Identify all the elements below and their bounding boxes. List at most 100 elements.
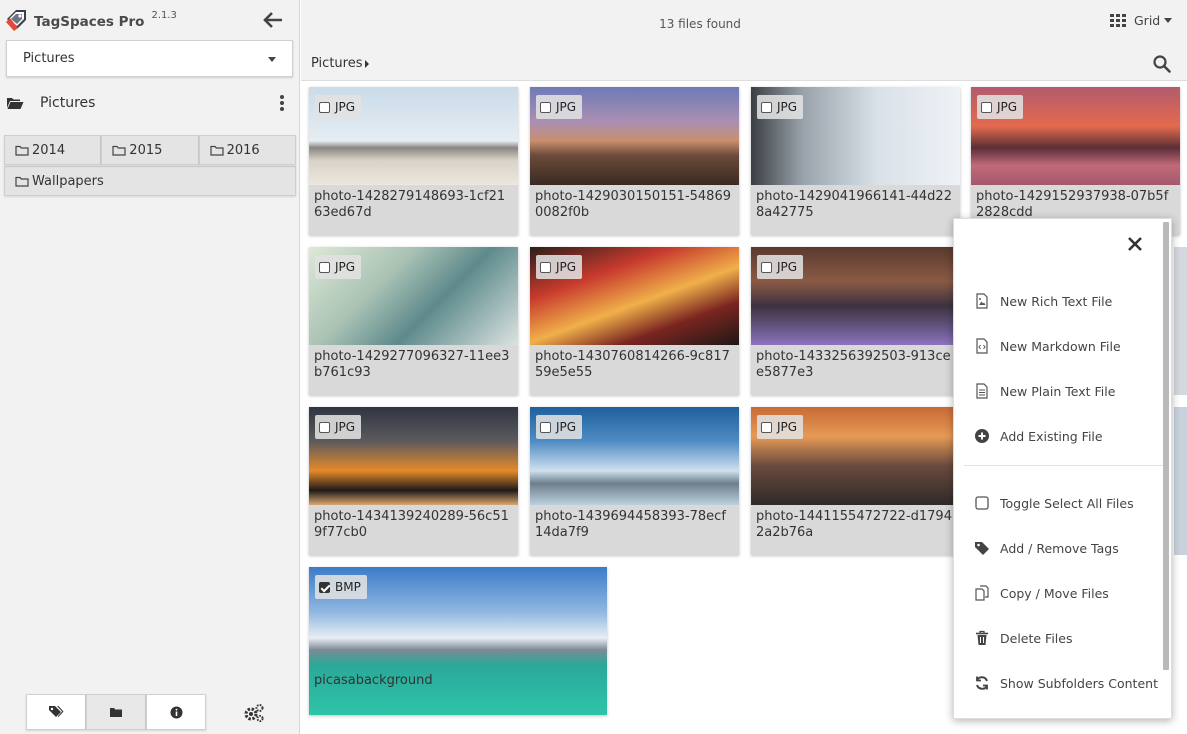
file-tile[interactable]: JPG photo-1439694458393-78ecf14da7f9 bbox=[530, 407, 739, 555]
tagspaces-logo-icon bbox=[6, 10, 26, 31]
plus-circle-icon bbox=[975, 429, 989, 443]
subfolder-2016[interactable]: 2016 bbox=[198, 135, 296, 165]
subfolder-list: 2014 2015 2016 Wallpapers bbox=[4, 135, 296, 196]
menu-item-new-rich-text-file[interactable]: New Rich Text File bbox=[974, 289, 1112, 313]
file-extension: JPG bbox=[335, 260, 356, 274]
file-select-checkbox[interactable] bbox=[761, 421, 772, 433]
breadcrumb: Pictures bbox=[301, 48, 1187, 81]
menu-item-label: Add Existing File bbox=[1000, 428, 1103, 444]
file-extension: JPG bbox=[556, 100, 577, 114]
chevron-down-icon bbox=[1164, 17, 1173, 23]
file-badge: JPG bbox=[536, 415, 583, 439]
file-select-checkbox[interactable] bbox=[319, 261, 330, 273]
file-tile-selected[interactable]: BMP picasabackground bbox=[309, 567, 607, 715]
hidden-tile-edge bbox=[1174, 247, 1187, 395]
location-select[interactable]: Pictures bbox=[6, 40, 293, 77]
info-icon bbox=[170, 706, 182, 718]
settings-button[interactable] bbox=[241, 701, 267, 725]
menu-scrollbar[interactable] bbox=[1163, 222, 1169, 670]
file-tile[interactable]: JPG photo-1441155472722-d17942a2b76a bbox=[751, 407, 960, 555]
file-select-checkbox[interactable] bbox=[761, 101, 772, 113]
menu-item-add-remove-tags[interactable]: Add / Remove Tags bbox=[974, 536, 1119, 560]
breadcrumb-item-pictures[interactable]: Pictures bbox=[311, 56, 370, 71]
file-badge: JPG bbox=[315, 415, 362, 439]
file-select-checkbox[interactable] bbox=[540, 261, 551, 273]
file-tile[interactable]: JPG photo-1429030150151-548690082f0b bbox=[530, 87, 739, 235]
menu-item-toggle-select-all[interactable]: Toggle Select All Files bbox=[974, 491, 1134, 515]
subfolder-label: Wallpapers bbox=[32, 173, 104, 189]
checkbox-icon bbox=[975, 496, 989, 510]
file-badge: JPG bbox=[536, 95, 583, 119]
subfolder-label: 2014 bbox=[32, 142, 66, 158]
tags-tab-button[interactable] bbox=[26, 694, 86, 730]
file-name: photo-1433256392503-913cee5877e3 bbox=[751, 345, 960, 395]
location-title: Pictures bbox=[40, 95, 96, 111]
folder-icon bbox=[15, 145, 29, 156]
menu-item-new-markdown-file[interactable]: New Markdown File bbox=[974, 334, 1121, 358]
sidebar: TagSpaces Pro 2.1.3 Pictures Pictures 20… bbox=[0, 0, 300, 734]
file-select-checkbox[interactable] bbox=[540, 421, 551, 433]
file-extension: JPG bbox=[556, 260, 577, 274]
tags-icon bbox=[49, 706, 64, 717]
file-tile[interactable]: JPG photo-1434139240289-56c519f77cb0 bbox=[309, 407, 518, 555]
collapse-sidebar-arrow-icon[interactable] bbox=[262, 10, 284, 30]
chevron-down-icon bbox=[268, 57, 276, 62]
file-extension: JPG bbox=[777, 420, 798, 434]
file-tile[interactable]: JPG photo-1433256392503-913cee5877e3 bbox=[751, 247, 960, 395]
code-file-icon bbox=[976, 338, 988, 354]
file-name: photo-1428279148693-1cf2163ed67d bbox=[309, 185, 518, 235]
file-extension: JPG bbox=[997, 100, 1018, 114]
file-extension: JPG bbox=[556, 420, 577, 434]
folder-icon bbox=[15, 176, 29, 187]
file-extension: JPG bbox=[777, 260, 798, 274]
file-tile[interactable]: JPG photo-1429041966141-44d228a42775 bbox=[751, 87, 960, 235]
file-badge: JPG bbox=[757, 415, 804, 439]
file-select-checkbox[interactable] bbox=[319, 421, 330, 433]
location-menu-dots-icon[interactable] bbox=[279, 94, 285, 112]
file-select-checkbox[interactable] bbox=[761, 261, 772, 273]
hidden-tile-edge bbox=[1174, 407, 1187, 555]
file-badge: JPG bbox=[315, 255, 362, 279]
file-tile[interactable]: JPG photo-1429277096327-11ee3b761c93 bbox=[309, 247, 518, 395]
copy-icon bbox=[975, 585, 989, 601]
menu-item-new-plain-text-file[interactable]: New Plain Text File bbox=[974, 379, 1115, 403]
subfolder-label: 2015 bbox=[129, 142, 163, 158]
file-select-checkbox[interactable] bbox=[981, 101, 992, 113]
file-tile[interactable]: JPG photo-1428279148693-1cf2163ed67d bbox=[309, 87, 518, 235]
file-badge: JPG bbox=[757, 255, 804, 279]
view-mode-dropdown[interactable]: Grid bbox=[1110, 11, 1173, 29]
location-header: Pictures bbox=[6, 92, 293, 114]
folder-open-icon bbox=[7, 98, 24, 109]
menu-item-add-existing-file[interactable]: Add Existing File bbox=[974, 424, 1103, 448]
subfolder-2015[interactable]: 2015 bbox=[101, 135, 199, 165]
file-tile[interactable]: JPG photo-1429152937938-07b5f2828cdd bbox=[971, 87, 1180, 235]
trash-icon bbox=[976, 630, 988, 645]
menu-item-copy-move-files[interactable]: Copy / Move Files bbox=[974, 581, 1109, 605]
subfolder-wallpapers[interactable]: Wallpapers bbox=[4, 166, 296, 196]
menu-item-label: Show Subfolders Content bbox=[1000, 675, 1158, 691]
close-icon[interactable] bbox=[1125, 234, 1145, 254]
file-extension: JPG bbox=[335, 420, 356, 434]
menu-item-label: Toggle Select All Files bbox=[1000, 495, 1134, 511]
subfolder-2014[interactable]: 2014 bbox=[4, 135, 102, 165]
menu-item-label: New Plain Text File bbox=[1000, 383, 1116, 399]
file-select-checkbox[interactable] bbox=[319, 101, 330, 113]
file-select-checkbox[interactable] bbox=[540, 101, 551, 113]
menu-item-show-subfolders-content[interactable]: Show Subfolders Content bbox=[974, 671, 1158, 695]
file-badge: JPG bbox=[315, 95, 362, 119]
file-tile[interactable]: JPG photo-1430760814266-9c81759e5e55 bbox=[530, 247, 739, 395]
file-badge: JPG bbox=[977, 95, 1024, 119]
search-icon[interactable] bbox=[1152, 54, 1172, 74]
file-name: photo-1429030150151-548690082f0b bbox=[530, 185, 739, 235]
info-tab-button[interactable] bbox=[146, 694, 206, 730]
file-name: photo-1430760814266-9c81759e5e55 bbox=[530, 345, 739, 395]
folders-tab-button[interactable] bbox=[86, 694, 146, 730]
breadcrumb-label: Pictures bbox=[311, 56, 363, 71]
directory-context-menu: New Rich Text File New Markdown File New… bbox=[953, 218, 1172, 719]
file-select-checkbox-checked[interactable] bbox=[319, 581, 330, 593]
file-name: photo-1434139240289-56c519f77cb0 bbox=[309, 505, 518, 555]
menu-item-label: Copy / Move Files bbox=[1000, 585, 1109, 601]
tag-icon bbox=[975, 542, 989, 555]
menu-item-delete-files[interactable]: Delete Files bbox=[974, 626, 1072, 650]
brand: TagSpaces Pro 2.1.3 bbox=[4, 6, 177, 34]
